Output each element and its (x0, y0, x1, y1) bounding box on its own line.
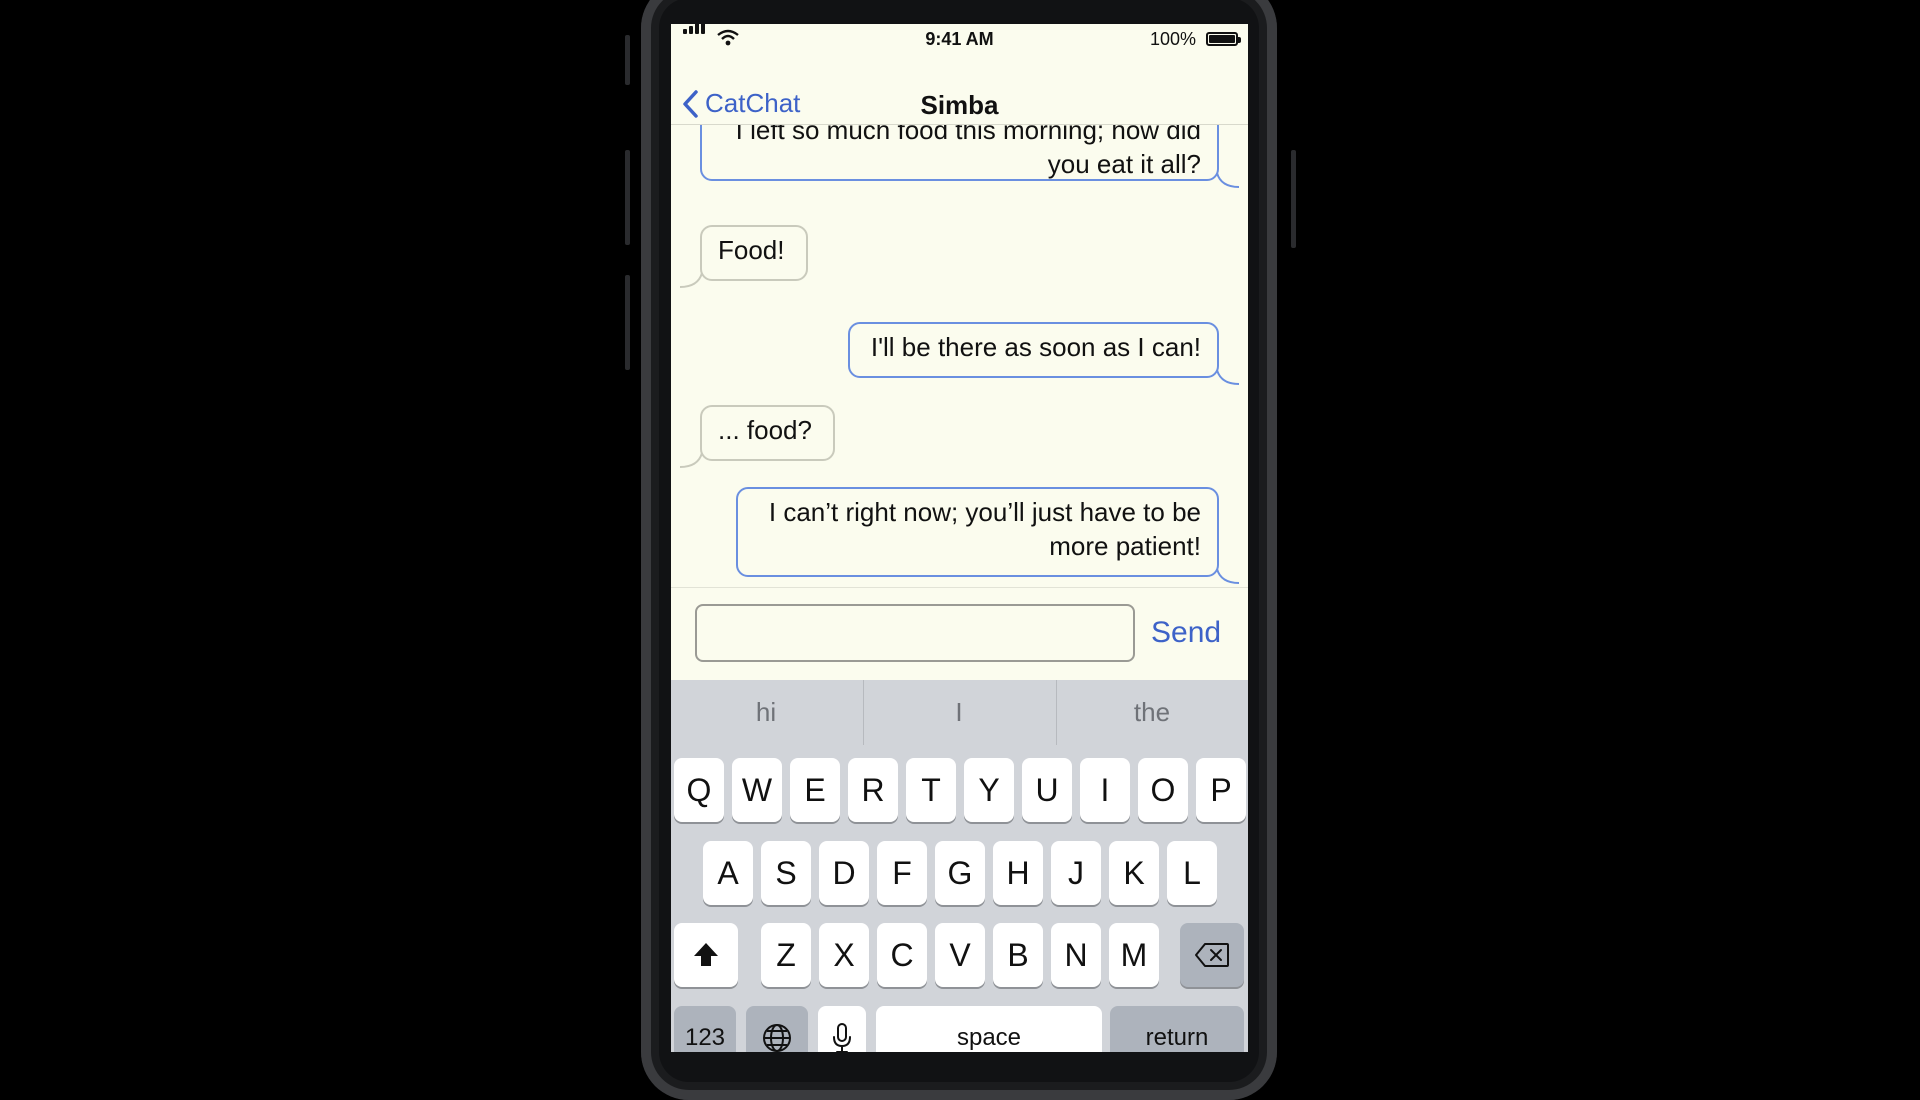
key-d[interactable]: D (819, 841, 869, 905)
message-line: more patient! (1049, 531, 1201, 561)
key-k[interactable]: K (1109, 841, 1159, 905)
message-list[interactable]: I left so much food this morning; how di… (671, 125, 1248, 587)
key-z[interactable]: Z (761, 923, 811, 987)
side-button-volume-down (625, 275, 630, 370)
phone-screen: 9:41 AM 100% CatChat Simba I left so muc… (671, 24, 1248, 1052)
key-l[interactable]: L (1167, 841, 1217, 905)
shift-key[interactable] (674, 923, 738, 987)
message-bubble-incoming: ... food? (679, 405, 835, 468)
message-line: I can’t right now; you’ll just have to b… (768, 497, 1201, 527)
key-p[interactable]: P (1196, 758, 1246, 822)
navigation-bar: CatChat Simba (671, 54, 1248, 125)
key-s[interactable]: S (761, 841, 811, 905)
backspace-icon (1195, 942, 1229, 967)
key-a[interactable]: A (703, 841, 753, 905)
status-bar: 9:41 AM 100% (671, 24, 1248, 54)
message-bubble-incoming: Food! (679, 225, 808, 288)
key-w[interactable]: W (732, 758, 782, 822)
message-bubble-outgoing: I'll be there as soon as I can! (848, 322, 1240, 385)
key-t[interactable]: T (906, 758, 956, 822)
message-bubble-outgoing: I left so much food this morning; how di… (700, 125, 1240, 188)
suggestion-hi[interactable]: hi (671, 680, 861, 745)
key-y[interactable]: Y (964, 758, 1014, 822)
message-line: Food! (718, 235, 785, 265)
key-i[interactable]: I (1080, 758, 1130, 822)
battery-percent: 100% (1149, 29, 1196, 49)
microphone-key[interactable] (818, 1006, 866, 1052)
composer-bar: Send (671, 587, 1248, 681)
battery-icon (1206, 32, 1241, 46)
space-key[interactable]: space (876, 1006, 1102, 1052)
suggestion-i[interactable]: I (864, 680, 1054, 745)
key-o[interactable]: O (1138, 758, 1188, 822)
key-b[interactable]: B (993, 923, 1043, 987)
side-button-mute (625, 35, 630, 85)
message-line: I'll be there as soon as I can! (870, 332, 1201, 362)
return-key[interactable]: return (1110, 1006, 1244, 1052)
key-n[interactable]: N (1051, 923, 1101, 987)
key-m[interactable]: M (1109, 923, 1159, 987)
key-q[interactable]: Q (674, 758, 724, 822)
globe-key[interactable] (746, 1006, 808, 1052)
key-f[interactable]: F (877, 841, 927, 905)
conversation-title: Simba (920, 90, 999, 120)
key-x[interactable]: X (819, 923, 869, 987)
side-button-power (1291, 150, 1296, 248)
suggestion-the[interactable]: the (1057, 680, 1247, 745)
key-r[interactable]: R (848, 758, 898, 822)
side-button-volume-up (625, 150, 630, 245)
message-line: I left so much food this morning; how di… (735, 125, 1201, 145)
shift-icon (694, 942, 718, 966)
send-button[interactable]: Send (1151, 616, 1221, 650)
message-line: you eat it all? (1047, 149, 1201, 179)
keyboard: hi I the Q W E R T Y U I O P A S D F G H… (671, 680, 1248, 1052)
microphone-icon (833, 1022, 851, 1052)
key-g[interactable]: G (935, 841, 985, 905)
key-e[interactable]: E (790, 758, 840, 822)
globe-icon (763, 1023, 791, 1052)
numbers-key[interactable]: 123 (674, 1006, 736, 1052)
backspace-key[interactable] (1180, 923, 1244, 987)
key-u[interactable]: U (1022, 758, 1072, 822)
key-v[interactable]: V (935, 923, 985, 987)
key-c[interactable]: C (877, 923, 927, 987)
message-input[interactable] (695, 604, 1135, 662)
key-h[interactable]: H (993, 841, 1043, 905)
message-line: ... food? (718, 415, 812, 445)
message-bubble-outgoing: I can’t right now; you’ll just have to b… (736, 487, 1240, 584)
key-j[interactable]: J (1051, 841, 1101, 905)
